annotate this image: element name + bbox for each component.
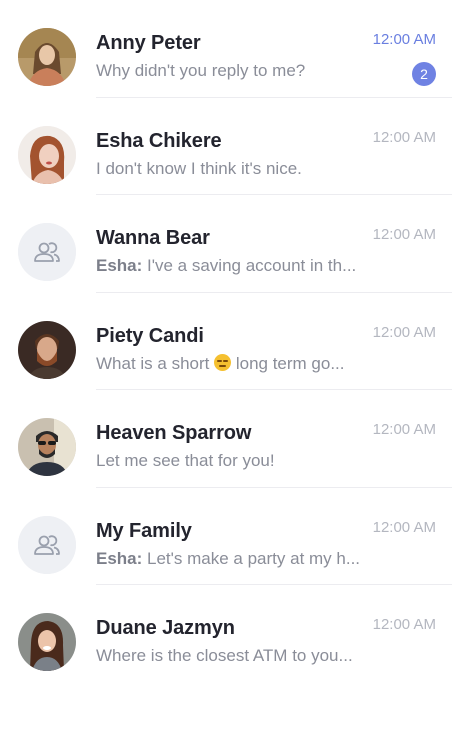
group-avatar (18, 515, 76, 574)
chat-time: 12:00 AM (372, 323, 436, 341)
chat-preview: What is a short long term go... (96, 353, 396, 374)
chat-row-piety-candi[interactable]: Piety Candi 12:00 AM What is a short lon… (0, 293, 452, 390)
chat-row-duane-jazmyn[interactable]: Duane Jazmyn 12:00 AM Where is the close… (0, 585, 452, 683)
chat-name: Anny Peter (96, 32, 201, 54)
message-text: What is a short (96, 353, 215, 373)
chat-name: Piety Candi (96, 324, 204, 347)
avatar (18, 28, 76, 86)
chat-time: 12:00 AM (372, 226, 436, 243)
chat-time: 12:00 AM (372, 421, 436, 438)
pensive-face-icon (214, 353, 232, 371)
message-text: I've a saving account in th... (142, 256, 357, 275)
chat-name: Heaven Sparrow (96, 422, 252, 444)
chat-name: Wanna Bear (96, 227, 210, 249)
avatar (18, 418, 76, 476)
chat-preview: Why didn't you reply to me? (96, 61, 306, 80)
chat-time: 12:00 AM (372, 128, 436, 146)
chat-row-wanna-bear[interactable]: Wanna Bear 12:00 AM Esha: I've a saving … (0, 195, 452, 293)
chat-list: Anny Peter 12:00 AM Why didn't you reply… (0, 0, 452, 683)
chat-time: 12:00 AM (372, 616, 436, 633)
chat-preview: I don't know I think it's nice. (96, 158, 302, 178)
chat-time: 12:00 AM (372, 31, 436, 48)
group-icon (18, 515, 76, 574)
chat-name: Esha Chikere (96, 129, 222, 152)
sender-name: Esha: (96, 256, 143, 275)
sender-name: Esha: (96, 548, 143, 568)
chat-preview: Esha: I've a saving account in th... (96, 256, 396, 276)
chat-row-anny-peter[interactable]: Anny Peter 12:00 AM Why didn't you reply… (0, 0, 452, 98)
unread-badge: 2 (412, 62, 436, 86)
avatar (18, 125, 76, 184)
chat-preview: Esha: Let's make a party at my h... (96, 549, 396, 569)
chat-row-esha-chikere[interactable]: Esha Chikere 12:00 AM I don't know I thi… (0, 98, 452, 195)
message-text: Let's make a party at my h... (142, 548, 361, 568)
avatar (18, 613, 76, 671)
chat-preview: Let me see that for you! (96, 451, 275, 470)
chat-name: Duane Jazmyn (96, 617, 235, 639)
chat-name: My Family (96, 519, 192, 542)
chat-preview: Where is the closest ATM to you... (96, 646, 353, 665)
chat-row-heaven-sparrow[interactable]: Heaven Sparrow 12:00 AM Let me see that … (0, 390, 452, 488)
chat-row-my-family[interactable]: My Family 12:00 AM Esha: Let's make a pa… (0, 488, 452, 585)
message-text: long term go... (231, 353, 345, 373)
group-icon (18, 223, 76, 281)
group-avatar (18, 223, 76, 281)
avatar (18, 320, 76, 379)
chat-time: 12:00 AM (372, 518, 436, 536)
